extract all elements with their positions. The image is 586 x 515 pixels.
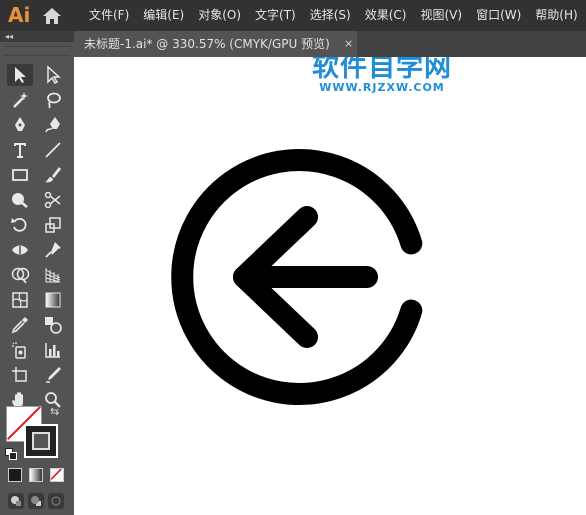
close-icon[interactable]: × (344, 31, 353, 57)
menu-effect[interactable]: 效果(C) (358, 0, 414, 31)
mesh-tool-icon[interactable] (7, 289, 33, 311)
blend-tool-icon[interactable] (40, 314, 66, 336)
artboard-tool-icon[interactable] (7, 364, 33, 386)
perspective-grid-icon[interactable] (40, 264, 66, 286)
menu-object[interactable]: 对象(O) (191, 0, 248, 31)
app-logo: Ai (8, 3, 31, 27)
menu-window[interactable]: 窗口(W) (469, 0, 528, 31)
document-tab-strip: 未标题-1.ai* @ 330.57% (CMYK/GPU 预览) × (74, 31, 586, 57)
line-tool-icon[interactable] (40, 139, 66, 161)
none-mode-button[interactable] (50, 468, 64, 482)
eyedropper-icon[interactable] (7, 314, 33, 336)
slice-tool-icon[interactable] (40, 364, 66, 386)
menu-view[interactable]: 视图(V) (413, 0, 469, 31)
gradient-mode-button[interactable] (29, 468, 43, 482)
shape-builder-icon[interactable] (7, 264, 33, 286)
rotate-tool-icon[interactable] (7, 214, 33, 236)
color-mode-button[interactable] (8, 468, 22, 482)
paintbrush-icon[interactable] (40, 164, 66, 186)
menu-items: 文件(F) 编辑(E) 对象(O) 文字(T) 选择(S) 效果(C) 视图(V… (82, 0, 585, 31)
toolbar-collapse-button[interactable]: ◂◂ (0, 31, 74, 42)
draw-behind-icon[interactable] (28, 493, 44, 509)
draw-inside-icon[interactable] (48, 493, 64, 509)
document-tab-label: 未标题-1.ai* @ 330.57% (CMYK/GPU 预览) (84, 37, 330, 51)
swap-fill-stroke-icon[interactable]: ⇆ (50, 405, 59, 418)
menu-help[interactable]: 帮助(H) (528, 0, 584, 31)
pen-tool-icon[interactable] (7, 114, 33, 136)
scale-tool-icon[interactable] (40, 214, 66, 236)
column-graph-icon[interactable] (40, 339, 66, 361)
menu-type[interactable]: 文字(T) (248, 0, 303, 31)
collapse-glyph: ◂◂ (5, 32, 14, 41)
default-fill-stroke-icon[interactable] (5, 445, 17, 460)
draw-normal-icon[interactable] (8, 493, 24, 509)
selection-tool-icon[interactable] (7, 64, 33, 86)
document-tab[interactable]: 未标题-1.ai* @ 330.57% (CMYK/GPU 预览) × (74, 31, 357, 57)
scissors-icon[interactable] (40, 189, 66, 211)
stroke-swatch[interactable] (24, 424, 58, 458)
tools-panel: ◂◂ ⇆ (0, 31, 74, 515)
direct-selection-tool-icon[interactable] (40, 64, 66, 86)
gradient-tool-icon[interactable] (40, 289, 66, 311)
curvature-tool-icon[interactable] (40, 114, 66, 136)
rectangle-tool-icon[interactable] (7, 164, 33, 186)
toolbar-grip[interactable] (4, 46, 70, 56)
symbol-sprayer-icon[interactable] (7, 339, 33, 361)
home-icon[interactable] (41, 6, 63, 26)
magic-wand-icon[interactable] (7, 89, 33, 111)
puppet-warp-icon[interactable] (40, 239, 66, 261)
menu-edit[interactable]: 编辑(E) (136, 0, 191, 31)
shaper-tool-icon[interactable] (7, 189, 33, 211)
menu-select[interactable]: 选择(S) (303, 0, 358, 31)
lasso-icon[interactable] (40, 89, 66, 111)
width-tool-icon[interactable] (7, 239, 33, 261)
menu-bar: Ai 文件(F) 编辑(E) 对象(O) 文字(T) 选择(S) 效果(C) 视… (0, 0, 586, 31)
artboard-canvas[interactable]: 软件自学网 WWW.RJZXW.COM (74, 57, 586, 515)
menu-file[interactable]: 文件(F) (82, 0, 136, 31)
artwork (171, 149, 423, 405)
type-tool-icon[interactable] (7, 139, 33, 161)
